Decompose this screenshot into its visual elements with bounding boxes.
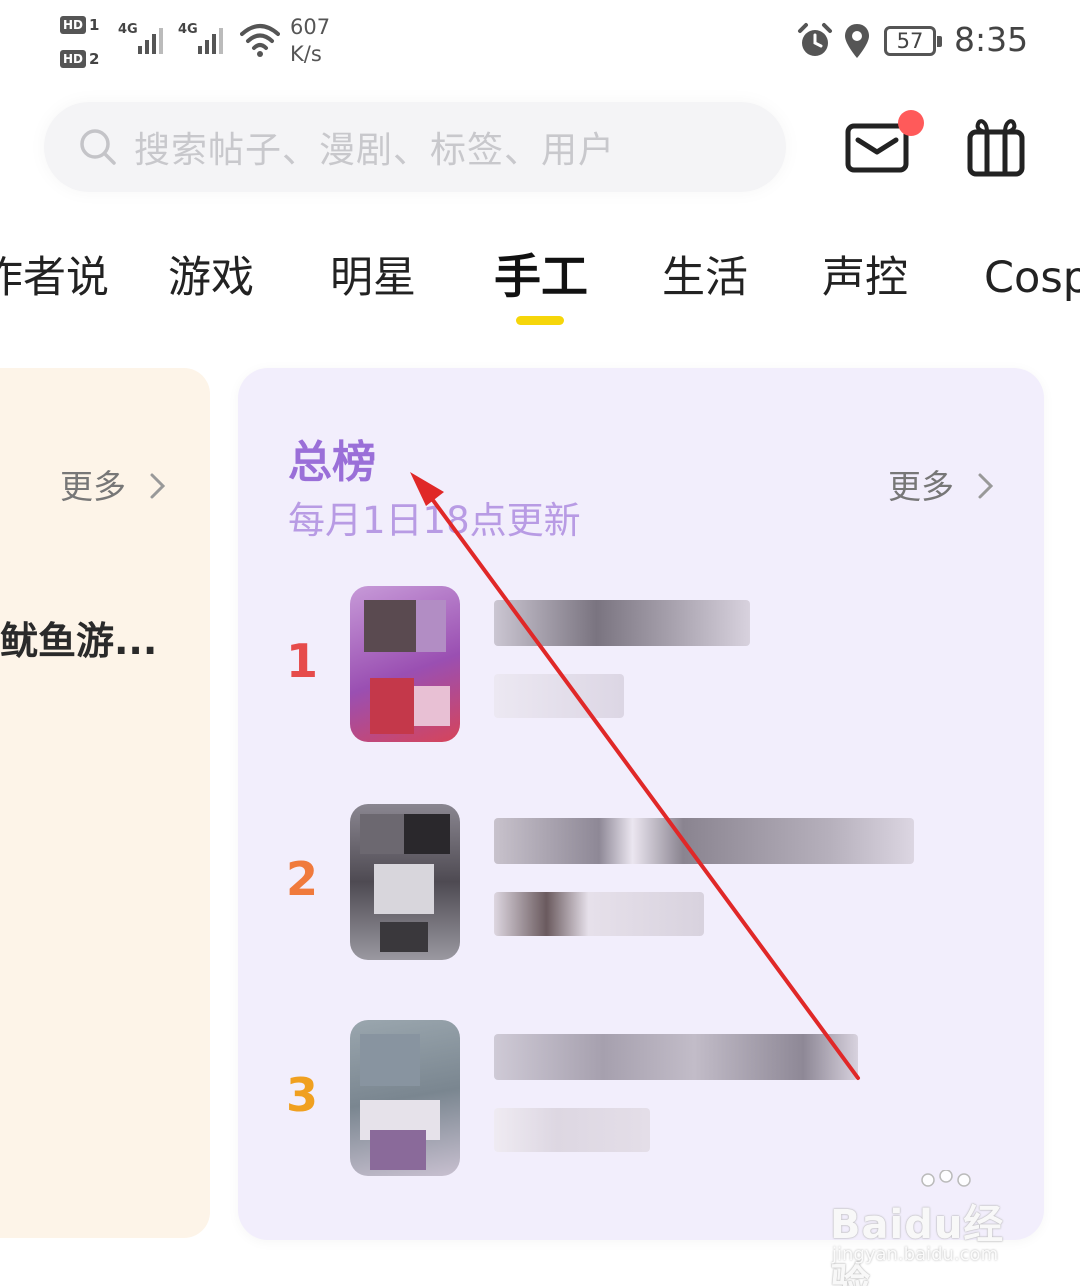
sim1-hd-label: HD — [60, 16, 87, 34]
location-icon — [845, 24, 869, 58]
battery-indicator: 57 — [884, 26, 942, 56]
wifi-icon — [240, 24, 280, 57]
search-placeholder: 搜索帖子、漫剧、标签、用户 — [134, 130, 616, 171]
sim2-number: 2 — [89, 50, 100, 68]
item-meta-redacted — [494, 1108, 650, 1152]
network-type-1: 4G — [118, 22, 138, 37]
chevron-right-icon — [150, 473, 165, 499]
category-tabs: 作者说 游戏 明星 手工 生活 声控 Cosplay — [0, 246, 1080, 326]
network-speed-value: 607 — [290, 15, 331, 39]
chevron-right-icon — [978, 473, 993, 499]
network-speed: 607 K/s — [290, 14, 330, 68]
left-card-more-label: 更多 — [60, 467, 126, 506]
tab-stars[interactable]: 明星 — [330, 246, 416, 310]
ranking-item-1[interactable]: 1 — [238, 586, 1044, 746]
network-speed-unit: K/s — [290, 42, 322, 66]
watermark-url: jingyan.baidu.com — [832, 1244, 999, 1265]
baidu-watermark: Baidu经验 jingyan.baidu.com — [826, 1170, 1026, 1286]
item-thumbnail — [350, 1020, 460, 1176]
ranking-item-3[interactable]: 3 — [238, 1020, 1044, 1180]
item-meta-redacted — [494, 674, 624, 718]
alarm-icon — [798, 23, 832, 56]
mail-notification-badge — [898, 110, 924, 136]
left-card-item-title[interactable]: 鱿鱼游... — [0, 610, 157, 665]
active-tab-indicator — [516, 316, 564, 325]
network-type-2: 4G — [178, 22, 198, 37]
ranking-more-label: 更多 — [888, 467, 954, 506]
rank-number: 3 — [286, 1068, 319, 1122]
ranking-more-link[interactable]: 更多 — [888, 460, 997, 508]
item-title-redacted — [494, 1034, 858, 1080]
item-title-redacted — [494, 818, 914, 864]
left-card-more-link[interactable]: 更多 — [60, 460, 169, 508]
search-bar[interactable]: 搜索帖子、漫剧、标签、用户 — [44, 102, 786, 192]
sim1-indicator: HD 1 — [60, 14, 108, 36]
item-meta-redacted — [494, 892, 704, 936]
item-title-redacted — [494, 600, 750, 646]
signal-icon-1: 4G — [118, 20, 170, 56]
ranking-title: 总榜 — [288, 437, 376, 488]
ranking-item-2[interactable]: 2 — [238, 804, 1044, 964]
gift-icon[interactable] — [964, 114, 1028, 178]
rank-number: 1 — [286, 634, 319, 688]
sim1-number: 1 — [89, 16, 100, 34]
item-thumbnail — [350, 804, 460, 960]
ranking-subtitle: 每月1日18点更新 — [288, 499, 581, 542]
tab-games[interactable]: 游戏 — [168, 246, 254, 310]
status-bar: HD 1 HD 2 4G 4G 607 K/s 57 8:35 — [0, 0, 1080, 86]
sim2-hd-label: HD — [60, 50, 87, 68]
rank-number: 2 — [286, 852, 319, 906]
overall-ranking-card: 总榜 每月1日18点更新 更多 1 2 3 — [238, 368, 1044, 1240]
tab-author-says[interactable]: 作者说 — [0, 246, 109, 310]
left-ranking-card[interactable]: 更多 鱿鱼游... — [0, 368, 210, 1238]
tab-handcraft[interactable]: 手工 — [494, 246, 588, 310]
item-thumbnail — [350, 586, 460, 742]
watermark-brand: Baidu经验 — [830, 1202, 1005, 1286]
search-icon — [80, 129, 116, 165]
signal-icon-2: 4G — [178, 20, 230, 56]
tab-life[interactable]: 生活 — [662, 246, 748, 310]
sim2-indicator: HD 2 — [60, 48, 108, 70]
tab-voice[interactable]: 声控 — [822, 246, 908, 310]
tab-cosplay[interactable]: Cosplay — [984, 246, 1080, 310]
clock: 8:35 — [954, 20, 1029, 59]
